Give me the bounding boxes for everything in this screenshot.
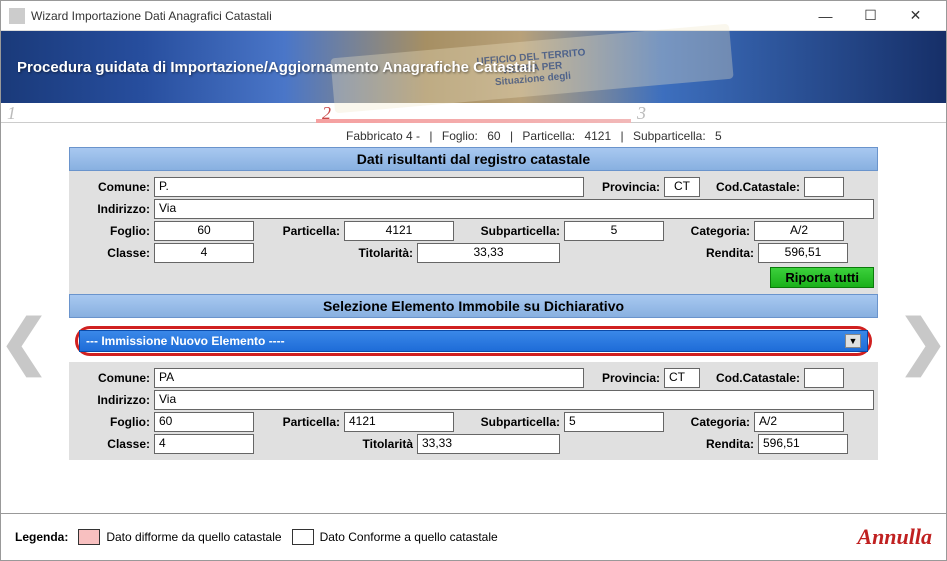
comune-label: Comune:: [69, 180, 154, 194]
legend-text-conforme: Dato Conforme a quello catastale: [320, 530, 498, 544]
breadcrumb: Fabbricato 4 - | Foglio: 60 | Particella…: [1, 123, 946, 147]
window-title: Wizard Importazione Dati Anagrafici Cata…: [31, 9, 803, 23]
provincia-field[interactable]: CT: [664, 177, 700, 197]
chevron-down-icon[interactable]: ▼: [845, 334, 861, 348]
section2-form: Comune: PA Provincia: CT Cod.Catastale: …: [69, 362, 878, 460]
provincia-field-2[interactable]: CT: [664, 368, 700, 388]
step-1[interactable]: 1: [1, 103, 316, 122]
wizard-steps: 1 2 3: [1, 103, 946, 123]
legend-text-difforme: Dato difforme da quello catastale: [106, 530, 281, 544]
classe-label-2: Classe:: [69, 437, 154, 451]
categoria-field-2[interactable]: A/2: [754, 412, 844, 432]
classe-field-2[interactable]: 4: [154, 434, 254, 454]
indirizzo-label: Indirizzo:: [69, 202, 154, 216]
combo-text: --- Immissione Nuovo Elemento ----: [86, 334, 285, 348]
particella-label: Particella:: [254, 224, 344, 238]
provincia-label-2: Provincia:: [584, 371, 664, 385]
particella-field[interactable]: 4121: [344, 221, 454, 241]
comune-field[interactable]: P.: [154, 177, 584, 197]
classe-label: Classe:: [69, 246, 154, 260]
rendita-label-2: Rendita:: [560, 437, 758, 451]
breadcrumb-particella-label: Particella:: [522, 129, 575, 143]
legend-swatch-conforme: [292, 529, 314, 545]
content: ❮ ❯ Dati risultanti dal registro catasta…: [1, 147, 946, 513]
titolarita-field-2[interactable]: 33,33: [417, 434, 560, 454]
comune-field-2[interactable]: PA: [154, 368, 584, 388]
app-window: Wizard Importazione Dati Anagrafici Cata…: [0, 0, 947, 561]
subparticella-label-2: Subparticella:: [454, 415, 564, 429]
titolarita-label-2: Titolarità: [254, 437, 417, 451]
maximize-button[interactable]: ☐: [848, 2, 893, 30]
codcat-label-2: Cod.Catastale:: [700, 371, 804, 385]
legend-label: Legenda:: [15, 530, 68, 544]
element-select-combo[interactable]: --- Immissione Nuovo Elemento ---- ▼: [79, 330, 868, 352]
close-button[interactable]: ✕: [893, 2, 938, 30]
particella-label-2: Particella:: [254, 415, 344, 429]
classe-field[interactable]: 4: [154, 243, 254, 263]
combo-highlight: --- Immissione Nuovo Elemento ---- ▼: [75, 326, 872, 356]
banner: UFFICIO DEL TERRITO VISURA PER Situazion…: [1, 31, 946, 103]
breadcrumb-foglio: 60: [487, 129, 500, 143]
codcat-field-2[interactable]: [804, 368, 844, 388]
section1-header: Dati risultanti dal registro catastale: [69, 147, 878, 171]
app-icon: [9, 8, 25, 24]
foglio-field[interactable]: 60: [154, 221, 254, 241]
breadcrumb-subparticella: 5: [715, 129, 722, 143]
subparticella-field-2[interactable]: 5: [564, 412, 664, 432]
annulla-button[interactable]: Annulla: [857, 524, 932, 550]
codcat-label: Cod.Catastale:: [700, 180, 804, 194]
riporta-tutti-button[interactable]: Riporta tutti: [770, 267, 874, 288]
subparticella-field[interactable]: 5: [564, 221, 664, 241]
step-3[interactable]: 3: [631, 103, 946, 122]
provincia-label: Provincia:: [584, 180, 664, 194]
breadcrumb-particella: 4121: [584, 129, 611, 143]
step-2[interactable]: 2: [316, 103, 631, 122]
window-buttons: — ☐ ✕: [803, 2, 938, 30]
foglio-label: Foglio:: [69, 224, 154, 238]
titolarita-field[interactable]: 33,33: [417, 243, 560, 263]
categoria-label-2: Categoria:: [664, 415, 754, 429]
section1-form: Comune: P. Provincia: CT Cod.Catastale: …: [69, 171, 878, 294]
subparticella-label: Subparticella:: [454, 224, 564, 238]
indirizzo-field-2[interactable]: Via: [154, 390, 874, 410]
codcat-field[interactable]: [804, 177, 844, 197]
breadcrumb-subparticella-label: Subparticella:: [633, 129, 706, 143]
legend-swatch-difforme: [78, 529, 100, 545]
categoria-field[interactable]: A/2: [754, 221, 844, 241]
indirizzo-label-2: Indirizzo:: [69, 393, 154, 407]
particella-field-2[interactable]: 4121: [344, 412, 454, 432]
breadcrumb-foglio-label: Foglio:: [442, 129, 478, 143]
prev-arrow-icon[interactable]: ❮: [0, 307, 49, 377]
minimize-button[interactable]: —: [803, 2, 848, 30]
next-arrow-icon[interactable]: ❯: [898, 307, 947, 377]
titolarita-label: Titolarità:: [254, 246, 417, 260]
titlebar: Wizard Importazione Dati Anagrafici Cata…: [1, 1, 946, 31]
rendita-field[interactable]: 596,51: [758, 243, 848, 263]
footer: Legenda: Dato difforme da quello catasta…: [1, 513, 946, 560]
comune-label-2: Comune:: [69, 371, 154, 385]
breadcrumb-item: Fabbricato 4 -: [346, 129, 420, 143]
categoria-label: Categoria:: [664, 224, 754, 238]
section2-header: Selezione Elemento Immobile su Dichiarat…: [69, 294, 878, 318]
rendita-field-2[interactable]: 596,51: [758, 434, 848, 454]
banner-title: Procedura guidata di Importazione/Aggior…: [17, 59, 536, 76]
foglio-field-2[interactable]: 60: [154, 412, 254, 432]
foglio-label-2: Foglio:: [69, 415, 154, 429]
rendita-label: Rendita:: [560, 246, 758, 260]
indirizzo-field[interactable]: Via: [154, 199, 874, 219]
